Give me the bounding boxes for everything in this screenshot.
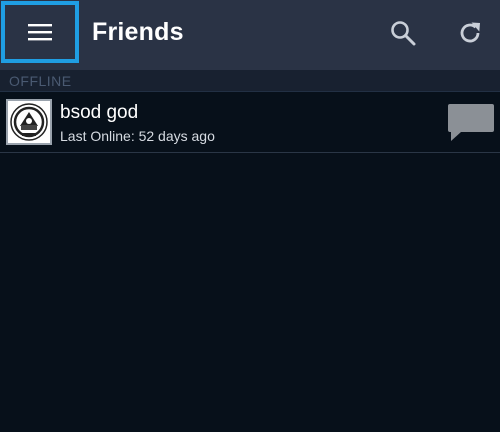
app-bar: Friends — [0, 0, 500, 70]
chat-button[interactable] — [447, 102, 495, 142]
chat-bubble-icon — [448, 104, 494, 141]
section-label: OFFLINE — [9, 73, 72, 89]
friend-name: bsod god — [60, 102, 139, 123]
search-button[interactable] — [388, 18, 418, 48]
avatar[interactable] — [6, 99, 52, 145]
hamburger-menu-icon — [28, 24, 52, 41]
friend-last-online: Last Online: 52 days ago — [60, 128, 215, 144]
friends-screen: Friends OFFLINE bsod god Last Online: 52… — [0, 0, 500, 432]
search-icon — [391, 21, 416, 46]
refresh-icon — [460, 22, 480, 43]
menu-button[interactable] — [1, 1, 79, 63]
section-header-offline: OFFLINE — [0, 70, 500, 92]
page-title: Friends — [92, 18, 184, 46]
friend-list-item[interactable]: bsod god Last Online: 52 days ago — [0, 93, 500, 153]
refresh-button[interactable] — [455, 18, 485, 48]
emblem-avatar-icon — [10, 103, 48, 141]
